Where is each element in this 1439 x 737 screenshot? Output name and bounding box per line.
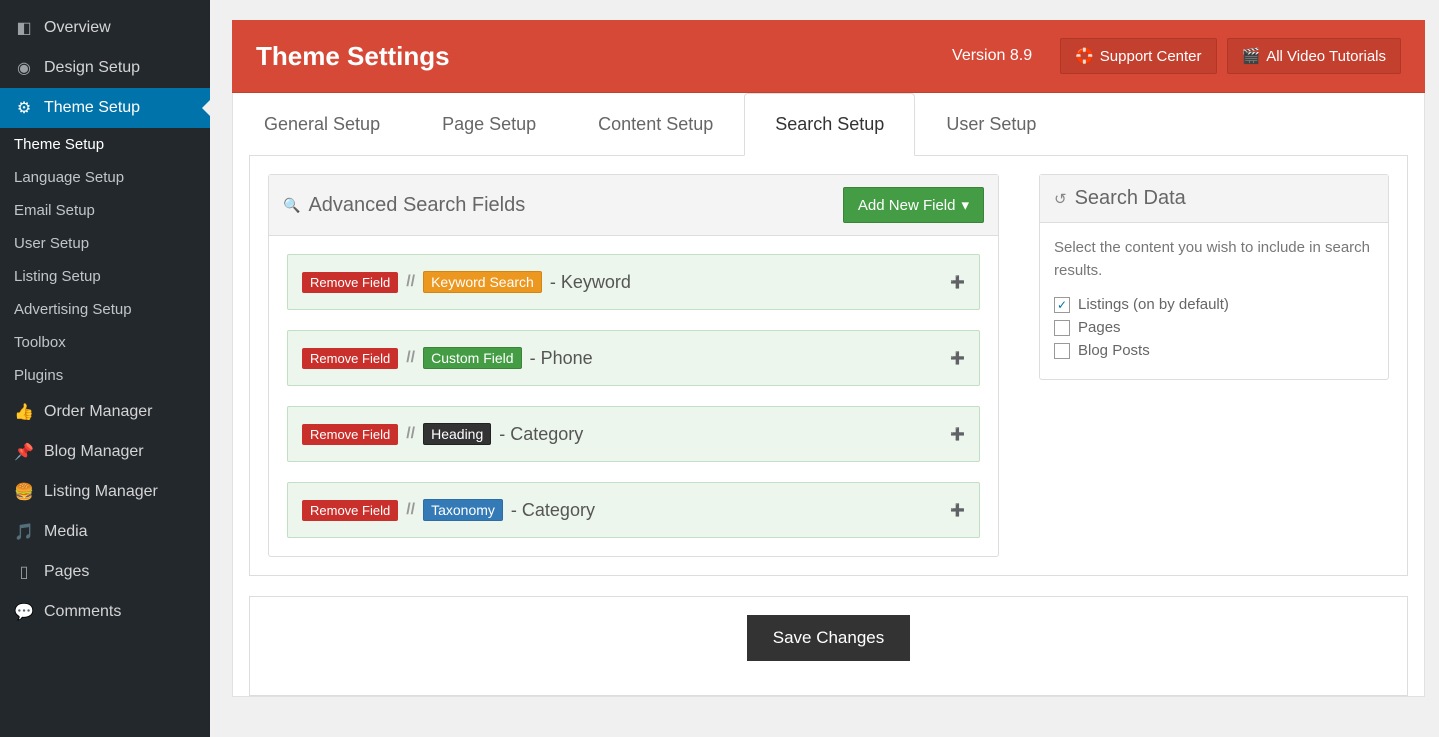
sidebar-label: Blog Manager <box>44 443 144 461</box>
separator: // <box>406 349 415 367</box>
checkbox-label: Pages <box>1078 319 1121 336</box>
checkbox-icon: ✓ <box>1054 297 1070 313</box>
sub-advertising-setup[interactable]: Advertising Setup <box>0 293 210 326</box>
panel-title: Advanced Search Fields <box>308 194 525 217</box>
listing-icon: 🍔 <box>14 482 34 502</box>
support-icon: 🛟 <box>1075 47 1094 65</box>
checkbox-blog-posts[interactable]: Blog Posts <box>1054 342 1374 359</box>
page-header: Theme Settings Version 8.9 🛟 Support Cen… <box>232 20 1425 94</box>
sidebar-label: Media <box>44 523 88 541</box>
tab-user-setup[interactable]: User Setup <box>915 93 1067 156</box>
search-data-panel: ↻ Search Data Select the content you wis… <box>1039 174 1389 380</box>
sidebar-item-comments[interactable]: 💬 Comments <box>0 592 210 632</box>
comments-icon: 💬 <box>14 602 34 622</box>
remove-field-button[interactable]: Remove Field <box>302 272 398 293</box>
checkbox-pages[interactable]: Pages <box>1054 319 1374 336</box>
remove-field-button[interactable]: Remove Field <box>302 424 398 445</box>
tab-search-setup[interactable]: Search Setup <box>744 93 915 156</box>
pages-icon: ▯ <box>14 562 34 582</box>
page-title: Theme Settings <box>256 41 450 72</box>
checkbox-listings[interactable]: ✓ Listings (on by default) <box>1054 296 1374 313</box>
sidebar-label: Listing Manager <box>44 483 158 501</box>
sub-plugins[interactable]: Plugins <box>0 359 210 392</box>
sub-email-setup[interactable]: Email Setup <box>0 194 210 227</box>
field-row[interactable]: Remove Field // Keyword Search - Keyword… <box>287 254 980 310</box>
sidebar-label: Order Manager <box>44 403 153 421</box>
field-row[interactable]: Remove Field // Heading - Category ➕ <box>287 406 980 462</box>
field-type-tag: Keyword Search <box>423 271 542 293</box>
field-row[interactable]: Remove Field // Taxonomy - Category ➕ <box>287 482 980 538</box>
main-content: Theme Settings Version 8.9 🛟 Support Cen… <box>210 0 1439 737</box>
sidebar-item-listing-manager[interactable]: 🍔 Listing Manager <box>0 472 210 512</box>
sidebar-label: Design Setup <box>44 59 140 77</box>
sub-theme-setup[interactable]: Theme Setup <box>0 128 210 161</box>
expand-icon[interactable]: ➕ <box>950 503 965 517</box>
tab-content: 🔍 Advanced Search Fields Add New Field ▾ <box>249 155 1408 576</box>
search-data-description: Select the content you wish to include i… <box>1054 237 1374 282</box>
design-icon: ◉ <box>14 58 34 78</box>
refresh-icon: ↻ <box>1054 190 1067 208</box>
checkbox-icon <box>1054 320 1070 336</box>
checkbox-icon <box>1054 343 1070 359</box>
order-icon: 👍 <box>14 402 34 422</box>
expand-icon[interactable]: ➕ <box>950 427 965 441</box>
advanced-search-panel: 🔍 Advanced Search Fields Add New Field ▾ <box>268 174 999 557</box>
tutorials-label: All Video Tutorials <box>1266 48 1386 65</box>
field-type-tag: Custom Field <box>423 347 521 369</box>
sub-toolbox[interactable]: Toolbox <box>0 326 210 359</box>
sub-language-setup[interactable]: Language Setup <box>0 161 210 194</box>
sidebar-item-blog-manager[interactable]: 📌 Blog Manager <box>0 432 210 472</box>
field-name: - Category <box>499 424 583 445</box>
remove-field-button[interactable]: Remove Field <box>302 348 398 369</box>
add-new-field-button[interactable]: Add New Field ▾ <box>843 187 984 223</box>
support-label: Support Center <box>1100 48 1202 65</box>
add-label: Add New Field <box>858 197 956 214</box>
separator: // <box>406 273 415 291</box>
gear-icon: ⚙ <box>14 98 34 118</box>
tab-general-setup[interactable]: General Setup <box>233 93 411 156</box>
tab-strip: General Setup Page Setup Content Setup S… <box>233 93 1424 155</box>
save-changes-button[interactable]: Save Changes <box>747 615 911 661</box>
search-icon: 🔍 <box>283 197 300 214</box>
support-center-button[interactable]: 🛟 Support Center <box>1060 38 1216 74</box>
sub-user-setup[interactable]: User Setup <box>0 227 210 260</box>
field-name: - Keyword <box>550 272 631 293</box>
tab-content-setup[interactable]: Content Setup <box>567 93 744 156</box>
sidebar-label: Overview <box>44 19 111 37</box>
video-tutorials-button[interactable]: 🎬 All Video Tutorials <box>1227 38 1401 74</box>
expand-icon[interactable]: ➕ <box>950 351 965 365</box>
field-name: - Phone <box>530 348 593 369</box>
sidebar-label: Theme Setup <box>44 99 140 117</box>
sidebar-item-theme-setup[interactable]: ⚙ Theme Setup <box>0 88 210 128</box>
sidebar-item-pages[interactable]: ▯ Pages <box>0 552 210 592</box>
separator: // <box>406 425 415 443</box>
field-row[interactable]: Remove Field // Custom Field - Phone ➕ <box>287 330 980 386</box>
separator: // <box>406 501 415 519</box>
sidebar: ◧ Overview ◉ Design Setup ⚙ Theme Setup … <box>0 0 210 737</box>
version-label: Version 8.9 <box>952 47 1032 65</box>
panel-title: Search Data <box>1075 187 1186 210</box>
checkbox-label: Blog Posts <box>1078 342 1150 359</box>
sidebar-item-order-manager[interactable]: 👍 Order Manager <box>0 392 210 432</box>
sidebar-label: Pages <box>44 563 89 581</box>
pin-icon: 📌 <box>14 442 34 462</box>
sidebar-item-media[interactable]: 🎵 Media <box>0 512 210 552</box>
field-type-tag: Taxonomy <box>423 499 503 521</box>
sidebar-item-overview[interactable]: ◧ Overview <box>0 8 210 48</box>
active-arrow-icon <box>202 100 210 116</box>
sidebar-label: Comments <box>44 603 121 621</box>
field-type-tag: Heading <box>423 423 491 445</box>
save-area: Save Changes <box>249 596 1408 696</box>
caret-down-icon: ▾ <box>961 196 969 214</box>
media-icon: 🎵 <box>14 522 34 542</box>
sidebar-item-design[interactable]: ◉ Design Setup <box>0 48 210 88</box>
sub-listing-setup[interactable]: Listing Setup <box>0 260 210 293</box>
checkbox-label: Listings (on by default) <box>1078 296 1229 313</box>
remove-field-button[interactable]: Remove Field <box>302 500 398 521</box>
field-name: - Category <box>511 500 595 521</box>
video-icon: 🎬 <box>1242 47 1261 65</box>
expand-icon[interactable]: ➕ <box>950 275 965 289</box>
overview-icon: ◧ <box>14 18 34 38</box>
tab-page-setup[interactable]: Page Setup <box>411 93 567 156</box>
